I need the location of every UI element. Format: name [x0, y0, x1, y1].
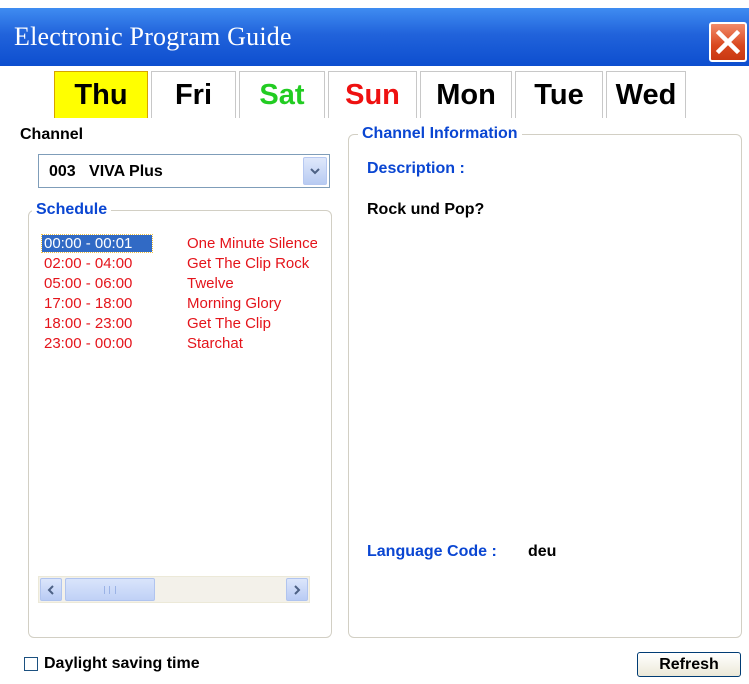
- tab-label: Mon: [436, 78, 496, 111]
- close-button[interactable]: [709, 22, 747, 62]
- schedule-time: 18:00 - 23:00: [44, 314, 133, 332]
- description-label: Description :: [367, 160, 465, 177]
- tab-label: Sun: [345, 78, 400, 111]
- tab-sun[interactable]: Sun: [328, 71, 417, 118]
- schedule-program: Morning Glory: [187, 294, 282, 312]
- schedule-time: 02:00 - 04:00: [44, 254, 133, 272]
- chevron-down-icon: [310, 168, 320, 175]
- schedule-program: One Minute Silence: [187, 234, 317, 252]
- schedule-row[interactable]: 17:00 - 18:00 Morning Glory: [42, 293, 317, 313]
- window-title: Electronic Program Guide: [14, 22, 292, 51]
- schedule-program: Starchat: [187, 334, 243, 352]
- chevron-right-icon: [294, 584, 301, 595]
- channel-select-value: 003 VIVA Plus: [49, 163, 163, 180]
- schedule-time: 23:00 - 00:00: [44, 334, 133, 352]
- schedule-label: Schedule: [32, 201, 112, 219]
- channel-info-label: Channel Information: [358, 125, 522, 143]
- schedule-row[interactable]: 02:00 - 04:00 Get The Clip Rock: [42, 253, 317, 273]
- schedule-program: Get The Clip Rock: [187, 254, 310, 272]
- daylight-saving-option[interactable]: Daylight saving time: [24, 655, 200, 673]
- day-tabs: Thu Fri Sat Sun Mon Tue Wed: [54, 71, 689, 118]
- schedule-list: 00:00 - 00:01 One Minute Silence 02:00 -…: [41, 233, 317, 353]
- title-bar[interactable]: Electronic Program Guide: [0, 8, 749, 66]
- channel-select[interactable]: 003 VIVA Plus: [38, 154, 330, 188]
- dropdown-button[interactable]: [303, 157, 327, 185]
- description-text: Rock und Pop?: [367, 201, 485, 218]
- schedule-time: 17:00 - 18:00: [44, 294, 133, 312]
- tab-label: Tue: [534, 78, 584, 111]
- tab-label: Thu: [74, 78, 128, 111]
- schedule-time: 00:00 - 00:01: [41, 233, 153, 253]
- tab-sat[interactable]: Sat: [239, 71, 325, 118]
- refresh-button[interactable]: Refresh: [637, 652, 741, 677]
- scroll-thumb[interactable]: [65, 578, 155, 601]
- tab-fri[interactable]: Fri: [151, 71, 236, 118]
- schedule-row[interactable]: 05:00 - 06:00 Twelve: [42, 273, 317, 293]
- schedule-program: Twelve: [187, 274, 234, 292]
- schedule-row[interactable]: 23:00 - 00:00 Starchat: [42, 333, 317, 353]
- tab-label: Fri: [174, 78, 213, 111]
- tab-wed[interactable]: Wed: [606, 71, 686, 118]
- tab-label: Wed: [615, 78, 677, 111]
- close-icon: [715, 29, 741, 55]
- language-code-label: Language Code :: [367, 543, 497, 560]
- schedule-time: 05:00 - 06:00: [44, 274, 133, 292]
- scroll-right-button[interactable]: [286, 578, 308, 601]
- grip-icon: [104, 585, 116, 594]
- language-code-value: deu: [528, 543, 557, 560]
- horizontal-scrollbar[interactable]: [38, 576, 310, 603]
- schedule-program: Get The Clip: [187, 314, 271, 332]
- tab-mon[interactable]: Mon: [420, 71, 512, 118]
- tab-thu[interactable]: Thu: [54, 71, 148, 118]
- schedule-row[interactable]: 18:00 - 23:00 Get The Clip: [42, 313, 317, 333]
- tab-label: Sat: [259, 78, 305, 111]
- daylight-saving-checkbox[interactable]: [24, 657, 38, 671]
- tab-tue[interactable]: Tue: [515, 71, 603, 118]
- scroll-left-button[interactable]: [40, 578, 62, 601]
- daylight-saving-label: Daylight saving time: [44, 655, 200, 672]
- chevron-left-icon: [47, 584, 54, 595]
- channel-label: Channel: [20, 126, 84, 143]
- epg-window: Electronic Program Guide Thu Fri Sat Sun…: [0, 0, 749, 684]
- schedule-row[interactable]: 00:00 - 00:01 One Minute Silence: [41, 233, 317, 253]
